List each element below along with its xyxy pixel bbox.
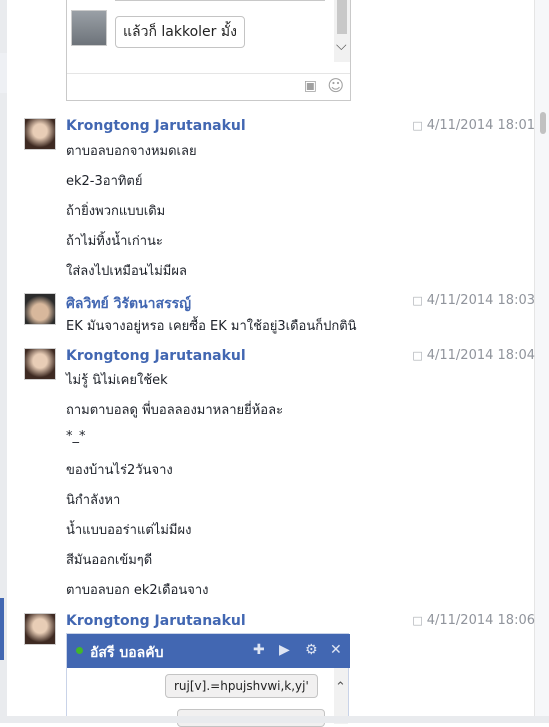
message-text: สีมันออกเข้มๆดี bbox=[66, 553, 153, 568]
message-text: ตาบอลบอกจางหมดเลย bbox=[66, 144, 197, 159]
comment-icon: □ bbox=[412, 349, 423, 362]
timestamp-text: 4/11/2014 18:01 bbox=[426, 118, 535, 133]
timestamp-text: 4/11/2014 18:06 bbox=[426, 613, 535, 628]
chat-bubble: ruj[v].=hpujshvwi,k,yj' bbox=[165, 674, 318, 698]
chat-popup-header[interactable]: อัสรี บอลคับ ✚ ▶ ⚙ ✕ bbox=[67, 634, 350, 668]
video-call-icon[interactable]: ▶ bbox=[279, 642, 290, 658]
thread-scrollbar-thumb[interactable] bbox=[540, 112, 546, 134]
message-text: ถ้าไม่ทิ้งน้ำเก่านะ bbox=[66, 234, 163, 249]
left-edge-highlight bbox=[0, 53, 7, 93]
previous-chat-box: แล้วก็ lakkoler มั้ง ⌵ ▣ ☺ bbox=[66, 0, 351, 101]
timestamp-text: 4/11/2014 18:04 bbox=[426, 348, 535, 363]
online-status-dot bbox=[76, 647, 83, 654]
chat-popup: อัสรี บอลคับ ✚ ▶ ⚙ ✕ ruj[v].=hpujshvwi,k… bbox=[66, 633, 350, 727]
timestamp: □ 4/11/2014 18:04 bbox=[412, 348, 535, 363]
left-edge-active-marker bbox=[0, 598, 4, 660]
camera-icon[interactable]: ▣ bbox=[304, 78, 317, 94]
comment-icon: □ bbox=[412, 614, 423, 627]
settings-gear-icon[interactable]: ⚙ bbox=[305, 642, 318, 658]
bottom-bar bbox=[0, 716, 549, 723]
message-text: ถ้ายิ่งพวกแบบเดิม bbox=[66, 204, 166, 219]
message-text: น้ำแบบออร่าแต่ไม่มีผง bbox=[66, 523, 192, 538]
avatar[interactable] bbox=[24, 348, 56, 380]
chevron-up-icon[interactable]: ⌃ bbox=[335, 680, 346, 695]
composer-divider bbox=[67, 73, 350, 74]
previous-bubble-edge bbox=[115, 0, 325, 1]
sender-name[interactable]: Krongtong Jarutanakul bbox=[66, 613, 246, 629]
comment-icon: □ bbox=[412, 119, 423, 132]
previous-chat-bubble: แล้วก็ lakkoler มั้ง bbox=[115, 16, 245, 48]
message-text: ตาบอลบอก ek2เดือนจาง bbox=[66, 583, 209, 598]
timestamp: □ 4/11/2014 18:06 bbox=[412, 613, 535, 628]
message-text: นิกำลังหา bbox=[66, 493, 121, 508]
message-text: EK มันจางอยู่หรอ เคยซื้อ EK มาใช้อยู่3เด… bbox=[66, 319, 357, 334]
left-edge-panel bbox=[0, 0, 7, 723]
avatar bbox=[71, 10, 107, 46]
close-icon[interactable]: ✕ bbox=[330, 642, 342, 658]
add-friend-icon[interactable]: ✚ bbox=[253, 642, 265, 658]
chat-popup-title[interactable]: อัสรี บอลคับ bbox=[90, 642, 163, 664]
message-text: ek2-3อาทิตย์ bbox=[66, 174, 143, 189]
chevron-down-icon[interactable]: ⌵ bbox=[336, 38, 347, 54]
timestamp-text: 4/11/2014 18:03 bbox=[426, 293, 535, 308]
message-text: ถามตาบอลดู พี่บอลลองมาหลายยี่ห้อละ bbox=[66, 403, 284, 418]
avatar[interactable] bbox=[24, 118, 56, 150]
sender-name[interactable]: Krongtong Jarutanakul bbox=[66, 348, 246, 364]
message-text: ไม่รู้ นิไม่เคยใช้ek bbox=[66, 373, 168, 388]
timestamp: □ 4/11/2014 18:01 bbox=[412, 118, 535, 133]
smile-icon[interactable]: ☺ bbox=[327, 76, 344, 95]
message-text: ใส่ลงไปเหมือนไม่มีผล bbox=[66, 264, 187, 279]
sender-name[interactable]: Krongtong Jarutanakul bbox=[66, 118, 246, 134]
previous-chat-scrollbar[interactable]: ⌵ bbox=[334, 0, 350, 62]
sender-name[interactable]: ศิลวิทย์ วิรัตนาสรรญ์ bbox=[66, 293, 191, 315]
message-text: ของบ้านไร่2วันจาง bbox=[66, 463, 173, 478]
previous-chat-scrollbar-thumb[interactable] bbox=[337, 0, 347, 34]
message-text: *_* bbox=[66, 429, 86, 444]
avatar[interactable] bbox=[24, 293, 56, 325]
comment-icon: □ bbox=[412, 294, 423, 307]
timestamp: □ 4/11/2014 18:03 bbox=[412, 293, 535, 308]
avatar[interactable] bbox=[24, 613, 56, 645]
thread-scrollbar[interactable] bbox=[534, 0, 549, 723]
